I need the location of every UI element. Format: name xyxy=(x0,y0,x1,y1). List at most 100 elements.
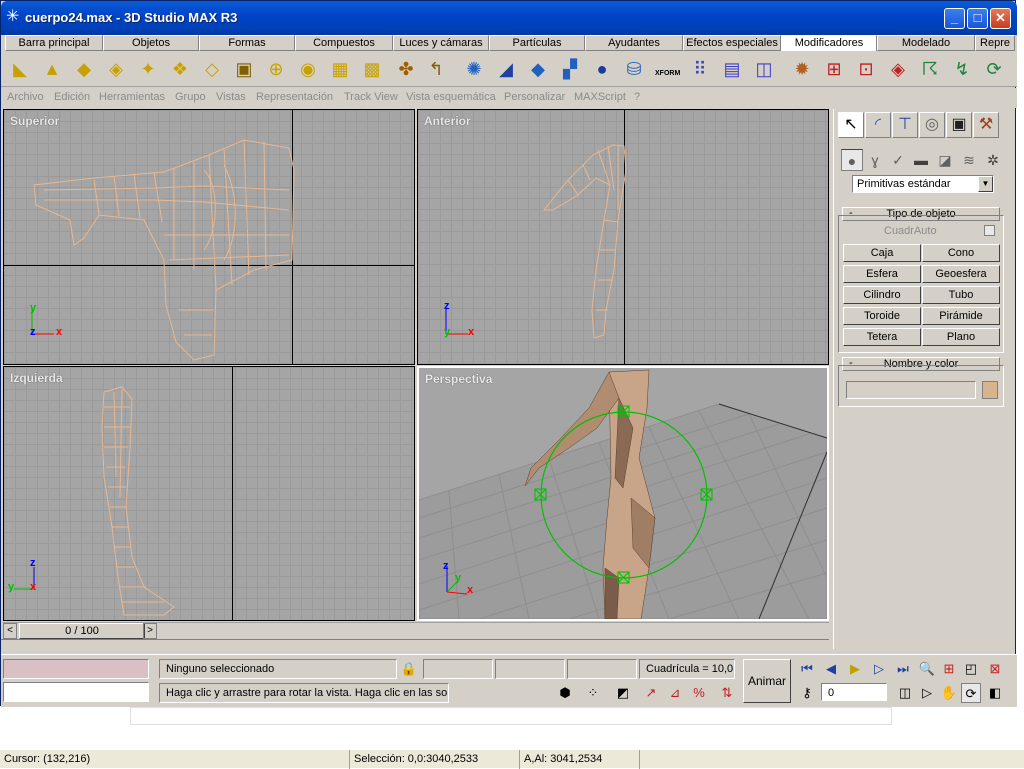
path-deform-button[interactable]: ↰ xyxy=(423,55,449,83)
twist-modifier-button[interactable]: ◆ xyxy=(71,55,97,83)
modify-tab[interactable]: ◜ xyxy=(865,112,891,138)
lock-selection-icon[interactable]: 🔒 xyxy=(399,659,419,679)
spinner-snap-icon[interactable]: ⇅ xyxy=(717,683,737,703)
object-name-field[interactable] xyxy=(846,381,976,399)
zoom-all-icon[interactable]: ⊞ xyxy=(939,659,959,679)
tab-barra-principal[interactable]: Barra principal xyxy=(5,35,103,51)
go-to-end-icon[interactable]: ⏭ xyxy=(893,659,913,679)
viewport-label-perspective[interactable]: Perspectiva xyxy=(425,372,492,386)
displace-modifier-button[interactable]: ◉ xyxy=(295,55,321,83)
bend-modifier-button[interactable]: ◣ xyxy=(7,55,33,83)
time-slider-thumb[interactable]: 0 / 100 xyxy=(19,623,145,639)
tetera-button[interactable]: Tetera xyxy=(843,328,921,346)
shapes-button[interactable]: ɣ xyxy=(864,149,886,171)
normal-button[interactable]: ◫ xyxy=(751,55,777,83)
menu-herramientas[interactable]: Herramientas xyxy=(99,91,165,103)
tab-ayudantes[interactable]: Ayudantes xyxy=(585,35,683,51)
hierarchy-tab[interactable]: ⊤ xyxy=(892,112,918,138)
field-of-view-icon[interactable]: ▷ xyxy=(917,683,937,703)
tab-representacion[interactable]: Repre xyxy=(975,35,1015,51)
mesh-select-button[interactable]: ▦ xyxy=(327,55,353,83)
time-slider[interactable]: < 0 / 100 > xyxy=(3,622,829,639)
coord-y-field[interactable] xyxy=(495,659,565,679)
geoesfera-button[interactable]: Geoesfera xyxy=(922,265,1000,283)
material-button[interactable]: ● xyxy=(589,55,615,83)
viewport-top[interactable]: Superior y z x xyxy=(3,109,415,365)
menu-vista-esquematica[interactable]: Vista esquemática xyxy=(406,91,496,103)
viewport-label-front[interactable]: Anterior xyxy=(424,114,471,128)
cono-button[interactable]: Cono xyxy=(922,244,1000,262)
spherify-modifier-button[interactable]: ⊕ xyxy=(263,55,289,83)
cameras-button[interactable]: ▬ xyxy=(910,149,932,171)
viewport-perspective[interactable]: Perspectiva z y x xyxy=(417,366,829,621)
angle-snap-icon[interactable]: ⊿ xyxy=(665,683,685,703)
stretch-modifier-button[interactable]: ✦ xyxy=(135,55,161,83)
viewport-front[interactable]: Anterior z y x xyxy=(417,109,829,365)
uvw-map-button[interactable]: ✺ xyxy=(461,55,487,83)
noise-modifier-button[interactable]: ◈ xyxy=(103,55,129,83)
go-to-start-icon[interactable]: ⏮ xyxy=(797,659,817,679)
spline-select-button[interactable]: ☈ xyxy=(917,55,943,83)
create-tab[interactable]: ↖ xyxy=(838,112,864,138)
menu-grupo[interactable]: Grupo xyxy=(175,91,206,103)
motion-tab[interactable]: ◎ xyxy=(919,112,945,138)
tessellate-button[interactable]: ✹ xyxy=(789,55,815,83)
zoom-extents-icon[interactable]: ◰ xyxy=(961,659,981,679)
menu-help[interactable]: ? xyxy=(634,91,640,103)
close-button[interactable]: ✕ xyxy=(990,8,1011,29)
lathe-button[interactable]: ▞ xyxy=(557,55,583,83)
surface-button[interactable]: ◈ xyxy=(885,55,911,83)
tab-modificadores[interactable]: Modificadores xyxy=(781,35,877,51)
systems-button[interactable]: ✲ xyxy=(982,149,1004,171)
next-frame-icon[interactable]: ▷ xyxy=(869,659,889,679)
menu-maxscript[interactable]: MAXScript xyxy=(574,91,626,103)
snap-3d-icon[interactable]: ↗ xyxy=(641,683,661,703)
snap-toggle-icon[interactable]: ◩ xyxy=(613,683,633,703)
tab-efectos-especiales[interactable]: Efectos especiales xyxy=(683,35,781,51)
piramide-button[interactable]: Pirámide xyxy=(922,307,1000,325)
maxscript-listener-mini[interactable] xyxy=(3,659,149,679)
arc-rotate-icon[interactable]: ⟳ xyxy=(961,683,981,703)
key-mode-icon[interactable]: ⚷ xyxy=(797,683,817,703)
tab-particulas[interactable]: Partículas xyxy=(489,35,585,51)
minimize-button[interactable]: _ xyxy=(944,8,965,29)
edit-spline-button[interactable]: ⊡ xyxy=(853,55,879,83)
menu-archivo[interactable]: Archivo xyxy=(7,91,44,103)
extrude-button[interactable]: ◆ xyxy=(525,55,551,83)
utilities-tab[interactable]: ⚒ xyxy=(973,112,999,138)
lattice-modifier-button[interactable]: ▣ xyxy=(231,55,257,83)
play-icon[interactable]: ▶ xyxy=(845,659,865,679)
object-category-dropdown[interactable]: Primitivas estándar ▼ xyxy=(852,175,994,193)
current-frame-field[interactable]: 0 xyxy=(821,683,887,701)
edit-mesh-button[interactable]: ◢ xyxy=(493,55,519,83)
window-crossing-icon[interactable]: ⁘ xyxy=(583,683,603,703)
ffd-modifier-button[interactable]: ◇ xyxy=(199,55,225,83)
coord-z-field[interactable] xyxy=(567,659,637,679)
animate-button[interactable]: Animar xyxy=(743,659,791,703)
menu-vistas[interactable]: Vistas xyxy=(216,91,246,103)
coord-x-field[interactable] xyxy=(423,659,493,679)
plano-button[interactable]: Plano xyxy=(922,328,1000,346)
time-prev-button[interactable]: < xyxy=(3,623,17,639)
tab-compuestos[interactable]: Compuestos xyxy=(295,35,393,51)
mesh-smooth-button[interactable]: ⠿ xyxy=(687,55,713,83)
cap-holes-button[interactable]: ⛁ xyxy=(621,55,647,83)
zoom-icon[interactable]: 🔍 xyxy=(917,659,937,679)
caja-button[interactable]: Caja xyxy=(843,244,921,262)
tab-modelado[interactable]: Modelado xyxy=(877,35,975,51)
linked-xform-button[interactable]: ✤ xyxy=(393,55,419,83)
space-warps-button[interactable]: ≋ xyxy=(958,149,980,171)
previous-frame-icon[interactable]: ◀ xyxy=(821,659,841,679)
tab-luces-camaras[interactable]: Luces y cámaras xyxy=(393,35,489,51)
maximize-button[interactable]: □ xyxy=(967,8,988,29)
title-bar[interactable]: ✳ cuerpo24.max - 3D Studio MAX R3 _ □ ✕ xyxy=(1,1,1017,35)
cilindro-button[interactable]: Cilindro xyxy=(843,286,921,304)
zoom-extents-all-icon[interactable]: ⊠ xyxy=(985,659,1005,679)
squeeze-modifier-button[interactable]: ❖ xyxy=(167,55,193,83)
volume-select-button[interactable]: ▩ xyxy=(359,55,385,83)
time-config-icon[interactable]: ◫ xyxy=(895,683,915,703)
pan-hand-icon[interactable]: ✋ xyxy=(939,683,959,703)
tubo-button[interactable]: Tubo xyxy=(922,286,1000,304)
chevron-down-icon[interactable]: ▼ xyxy=(978,176,993,192)
menu-personalizar[interactable]: Personalizar xyxy=(504,91,565,103)
